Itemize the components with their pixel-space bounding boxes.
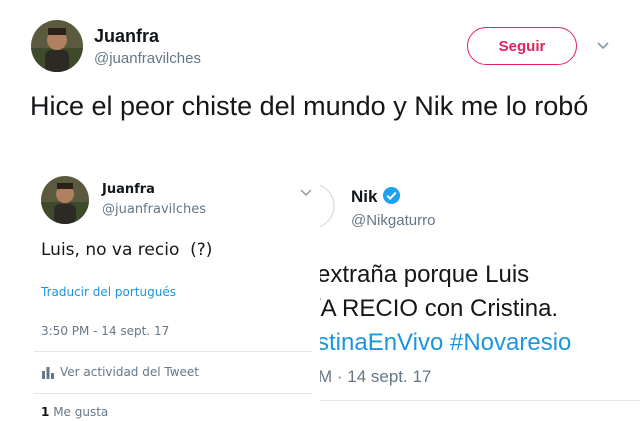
nik-display-name: Nik <box>351 187 378 206</box>
tweet-text: Hice el peor chiste del mundo y Nik me l… <box>30 91 589 121</box>
chevron-down-icon[interactable] <box>596 38 610 54</box>
nik-handle: @Nikgaturro <box>351 212 436 229</box>
nik-avatar <box>320 176 342 236</box>
embedded-screenshot-right: Nik @Nikgaturro extraña porque Luis /A R… <box>320 168 640 403</box>
nik-tweet-line-1: extraña porque Luis <box>320 261 530 288</box>
author-handle[interactable]: @juanfravilches <box>94 50 201 67</box>
nik-tweet-line-2: /A RECIO con Cristina. <box>320 295 559 322</box>
embedded-divider-2 <box>34 393 312 394</box>
avatar-photo <box>31 20 83 72</box>
hashtag-novaresio: #Novaresio <box>449 329 572 356</box>
embedded-avatar <box>41 176 89 224</box>
nik-divider <box>320 400 640 401</box>
likes-count: 1 <box>41 405 50 419</box>
translate-link: Traducir del portugués <box>41 285 176 299</box>
likes-stat: 1 Me gusta <box>41 405 108 419</box>
nik-name: Nik <box>351 186 401 207</box>
author-avatar[interactable] <box>31 20 83 72</box>
embedded-author-handle: @juanfravilches <box>102 202 207 217</box>
activity-link: Ver actividad del Tweet <box>60 365 200 379</box>
embedded-screenshot-left: Juanfra @juanfravilches Luis, no va reci… <box>26 166 319 421</box>
embedded-timestamp: 3:50 PM - 14 sept. 17 <box>41 324 170 338</box>
hashtag-cristinaenvivo: stinaEnVivo <box>320 329 444 356</box>
follow-button[interactable]: Seguir <box>467 27 577 65</box>
likes-label: Me gusta <box>53 405 109 419</box>
embedded-chevron-down-icon <box>300 184 312 202</box>
embedded-tweet-text: Luis, no va recio (?) <box>41 240 213 260</box>
bar-chart-icon <box>41 365 55 384</box>
nik-timestamp: M · 14 sept. 17 <box>320 367 432 386</box>
embedded-author-name: Juanfra <box>102 182 155 197</box>
embedded-divider <box>34 351 312 352</box>
author-name[interactable]: Juanfra <box>94 26 159 47</box>
verified-badge-icon <box>382 186 401 205</box>
nik-tweet-line-3: stinaEnVivo #Novaresio <box>320 326 571 360</box>
